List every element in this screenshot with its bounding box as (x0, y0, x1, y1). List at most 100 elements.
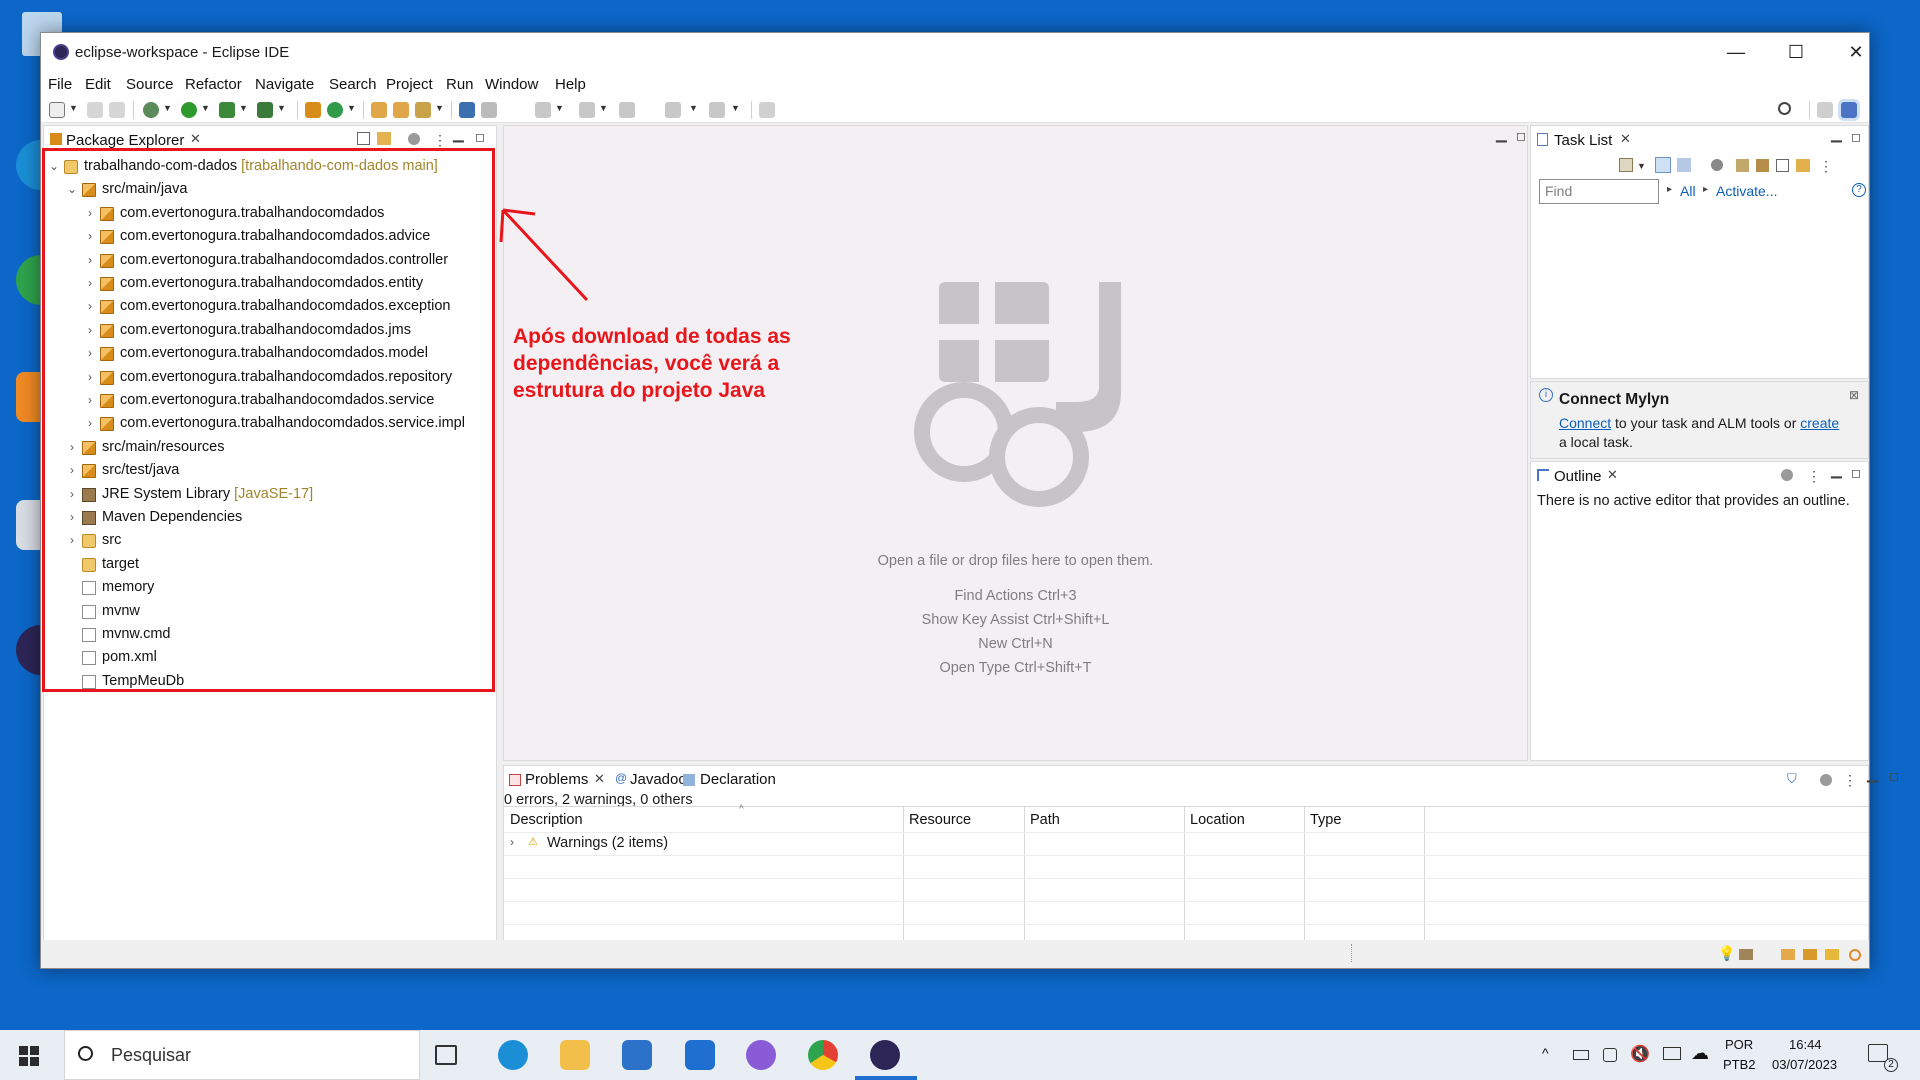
link-with-editor-icon[interactable] (377, 132, 391, 145)
tab-outline[interactable]: Outline (1554, 468, 1602, 485)
chevron-down-icon[interactable]: ▼ (239, 103, 248, 113)
clock-date[interactable]: 03/07/2023 (1772, 1057, 1837, 1072)
run-icon[interactable] (181, 102, 197, 118)
minimize-view-icon[interactable]: ▁ (1831, 462, 1842, 479)
maximize-view-icon[interactable]: ◻ (1851, 466, 1861, 480)
open-perspective-icon[interactable] (1817, 102, 1833, 118)
chevron-down-icon[interactable]: ▼ (435, 103, 444, 113)
java-perspective-icon[interactable] (1841, 102, 1857, 118)
pin-editor-icon[interactable] (759, 102, 775, 118)
hide-completed-icon[interactable] (1736, 159, 1749, 172)
onedrive-icon[interactable]: ☁ (1691, 1043, 1709, 1064)
column-location[interactable]: Location (1190, 812, 1245, 828)
mail-icon[interactable] (685, 1040, 715, 1070)
menu-project[interactable]: Project (386, 76, 433, 93)
column-description[interactable]: Description (510, 812, 583, 828)
bookmark-icon[interactable] (1781, 949, 1795, 960)
toggle-mark-occurrences-icon[interactable] (481, 102, 497, 118)
menu-source[interactable]: Source (126, 76, 174, 93)
tab-problems[interactable]: Problems (525, 771, 588, 788)
chevron-down-icon[interactable]: ▼ (163, 103, 172, 113)
maximize-view-icon[interactable]: ◻ (1516, 129, 1526, 143)
expand-chevron-icon[interactable]: › (510, 835, 514, 849)
chevron-down-icon[interactable]: ▼ (599, 103, 608, 113)
editor-area[interactable]: ▁ ◻ Open a file or drop files here to op… (503, 125, 1528, 761)
close-tab-icon[interactable]: ✕ (1607, 467, 1618, 483)
minimize-view-icon[interactable]: ▁ (1496, 126, 1507, 143)
menu-edit[interactable]: Edit (85, 76, 111, 93)
tab-javadoc[interactable]: Javadoc (630, 771, 686, 788)
chevron-down-icon[interactable]: ▼ (731, 103, 740, 113)
task-view-icon[interactable] (435, 1045, 457, 1065)
column-path[interactable]: Path (1030, 812, 1060, 828)
forward-icon[interactable] (709, 102, 725, 118)
chevron-down-icon[interactable]: ▼ (347, 103, 356, 113)
view-menu-icon[interactable]: ⋮ (1819, 158, 1833, 175)
maximize-button[interactable]: ☐ (1766, 33, 1826, 71)
language-code[interactable]: POR (1725, 1037, 1753, 1052)
close-tab-icon[interactable]: ✕ (190, 131, 201, 147)
file-explorer-icon[interactable] (560, 1040, 590, 1070)
minimize-view-icon[interactable]: ▁ (453, 126, 464, 143)
keyboard-layout[interactable]: PTB2 (1723, 1057, 1756, 1072)
minimize-button[interactable]: — (1706, 33, 1766, 71)
search-tool-icon[interactable] (415, 102, 431, 118)
edge-icon[interactable] (498, 1040, 528, 1070)
close-tab-icon[interactable]: ✕ (594, 771, 605, 787)
filter-icon[interactable] (1781, 469, 1793, 481)
menu-refactor[interactable]: Refactor (185, 76, 242, 93)
menu-navigate[interactable]: Navigate (255, 76, 314, 93)
new-task-icon[interactable] (1619, 158, 1633, 172)
close-mylyn-icon[interactable]: ⊠ (1849, 388, 1859, 402)
tab-package-explorer[interactable]: Package Explorer (66, 132, 184, 149)
mylyn-create-link[interactable]: create (1800, 415, 1839, 431)
meet-now-icon[interactable] (1603, 1048, 1617, 1062)
save-icon[interactable] (87, 102, 103, 118)
windows-start-icon[interactable] (19, 1046, 39, 1066)
column-type[interactable]: Type (1310, 812, 1341, 828)
minimize-view-icon[interactable]: ▁ (1831, 126, 1842, 143)
table-row[interactable]: › ⚠ Warnings (2 items) (504, 833, 903, 855)
task-icon[interactable] (1803, 949, 1817, 960)
volume-muted-icon[interactable]: 🔇 (1630, 1044, 1650, 1064)
help-icon[interactable]: ? (1852, 183, 1866, 197)
taskbar-search-box[interactable]: Pesquisar (64, 1030, 420, 1080)
tab-declaration[interactable]: Declaration (700, 771, 776, 788)
settings-gear-icon[interactable] (1849, 949, 1861, 961)
last-edit-location-icon[interactable] (619, 102, 635, 118)
maximize-view-icon[interactable]: ◻ (1889, 769, 1899, 783)
back-icon[interactable] (665, 102, 681, 118)
open-task-icon[interactable] (393, 102, 409, 118)
scheduled-icon[interactable] (1677, 158, 1691, 172)
show-hidden-icons-icon[interactable]: ^ (1542, 1045, 1549, 1061)
synchronize-icon[interactable] (1796, 159, 1810, 172)
menu-search[interactable]: Search (329, 76, 377, 93)
view-menu-icon[interactable]: ⋮ (433, 132, 447, 149)
search-icon[interactable] (1778, 102, 1791, 115)
chevron-down-icon[interactable]: ▼ (69, 103, 78, 113)
menu-window[interactable]: Window (485, 76, 538, 93)
minimize-view-icon[interactable]: ▁ (1867, 766, 1878, 783)
microsoft-store-icon[interactable] (622, 1040, 652, 1070)
menu-run[interactable]: Run (446, 76, 474, 93)
all-filter-link[interactable]: All (1680, 183, 1696, 199)
eclipse-taskbar-icon[interactable] (870, 1040, 900, 1070)
chevron-down-icon[interactable]: ▼ (689, 103, 698, 113)
close-tab-icon[interactable]: ✕ (1620, 131, 1631, 147)
focus-icon[interactable] (1820, 774, 1832, 786)
view-menu-icon[interactable]: ⋮ (1807, 468, 1821, 485)
external-tools-icon[interactable] (257, 102, 273, 118)
chevron-down-icon[interactable]: ▼ (555, 103, 564, 113)
new-java-class-icon[interactable] (327, 102, 343, 118)
network-icon[interactable] (1663, 1047, 1681, 1060)
coverage-icon[interactable] (219, 102, 235, 118)
categorized-icon[interactable] (1655, 157, 1671, 173)
filter-icon[interactable]: ⛉ (1787, 771, 1797, 787)
open-type-icon[interactable] (371, 102, 387, 118)
chevron-down-icon[interactable]: ▼ (1637, 161, 1646, 171)
previous-annotation-icon[interactable] (579, 102, 595, 118)
terminal-icon[interactable] (459, 102, 475, 118)
column-resource[interactable]: Resource (909, 812, 971, 828)
copilot-icon[interactable] (746, 1040, 776, 1070)
collapse-all-icon[interactable] (1776, 159, 1789, 172)
